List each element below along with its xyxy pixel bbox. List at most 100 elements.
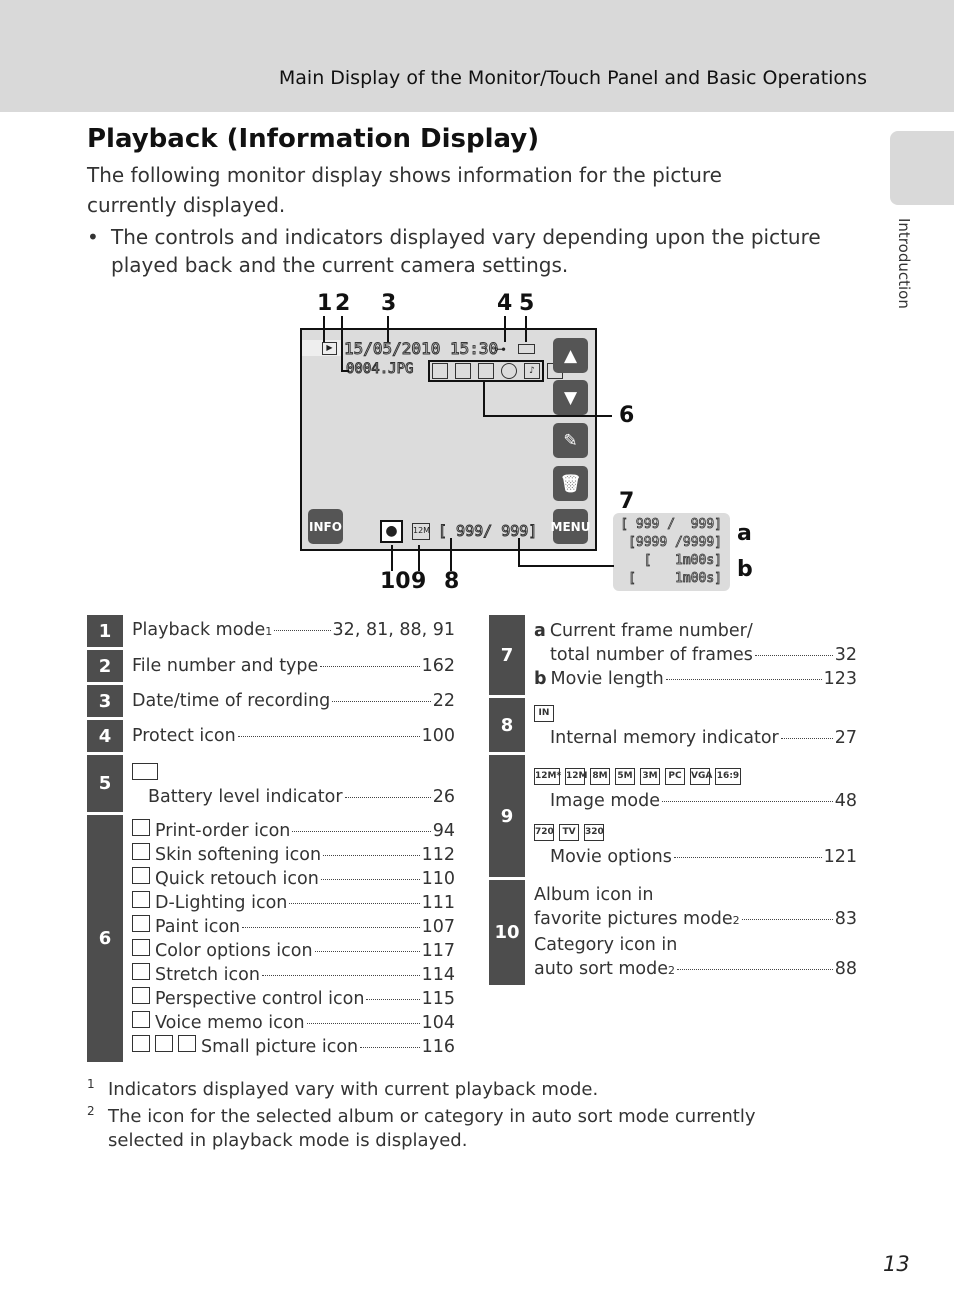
- dot-leader: [665, 679, 822, 680]
- page-ref: 117: [421, 940, 455, 961]
- callout-a: a: [737, 521, 752, 546]
- page-ref: 32, 81, 88, 91: [332, 620, 455, 640]
- legend-item: File number and type 162: [132, 654, 455, 678]
- callout-1: 1: [317, 291, 333, 316]
- table-row: 1 Playback mode 1 32, 81, 88, 91: [87, 615, 455, 650]
- item-label: auto sort mode: [534, 958, 669, 979]
- item-label: Movie length: [550, 669, 664, 689]
- page-ref: 32: [834, 645, 857, 665]
- page-ref: 110: [421, 868, 455, 889]
- callout-6: 6: [619, 403, 635, 428]
- protect-icon: ⊶: [494, 342, 506, 356]
- callout-5: 5: [519, 291, 535, 316]
- edit-button[interactable]: ✎: [553, 423, 588, 458]
- legend-item: Paint icon 107: [132, 914, 455, 939]
- voice-memo-icon: [132, 1010, 150, 1028]
- dot-leader: [323, 854, 420, 856]
- frame-counter: [ 999/ 999]: [437, 522, 538, 541]
- row-content: Print-order icon 94 Skin softening icon 112…: [123, 815, 455, 1062]
- page-header: Main Display of the Monitor/Touch Panel …: [0, 0, 954, 112]
- legend-item: Skin softening icon 112: [132, 842, 455, 867]
- page-ref: 104: [421, 1012, 455, 1033]
- table-row: 9 12M* 12M 8M 5M 3M PC VGA 16:9 Image mode 48 720 TV…: [489, 755, 857, 880]
- page-ref: 112: [421, 844, 455, 865]
- panel-line: [ 1m00s]: [643, 553, 722, 569]
- legend-table-right: 7 a Current frame number/total number of f…: [489, 615, 857, 988]
- legend-item: Playback mode 1 32, 81, 88, 91: [132, 618, 455, 644]
- page-ref: 115: [421, 988, 455, 1009]
- album-icon: ●: [380, 520, 403, 543]
- callout-10: 10: [380, 569, 411, 594]
- page-ref: 107: [421, 916, 455, 937]
- legend-item: Stretch icon 114: [132, 962, 455, 987]
- print-order-icon: [132, 818, 150, 836]
- row-number: 1: [87, 615, 123, 647]
- legend-item: total number of frames 32: [534, 643, 857, 667]
- section-tab-label: Introduction: [895, 218, 913, 309]
- 12m--icon: 12M*: [534, 767, 561, 785]
- color-options-icon: [501, 363, 517, 379]
- legend-item: Color options icon 117: [132, 938, 455, 963]
- legend-item: Internal memory indicator 27: [534, 726, 857, 750]
- scroll-down-button[interactable]: ▼: [553, 380, 588, 415]
- dot-leader: [754, 655, 833, 656]
- item-label: Battery level indicator: [148, 786, 343, 807]
- legend-item: Battery level indicator 26: [132, 785, 455, 809]
- dot-leader: [242, 926, 420, 928]
- scroll-up-button[interactable]: ▲: [553, 338, 588, 373]
- item-label: Protect icon: [132, 726, 236, 746]
- 16-9-icon: 16:9: [715, 767, 741, 785]
- menu-button[interactable]: MENU: [551, 509, 590, 544]
- pc-icon: PC: [665, 767, 685, 785]
- dot-leader: [237, 736, 420, 737]
- callout-7: 7: [619, 489, 635, 514]
- image-mode-icon: 12M: [412, 523, 430, 540]
- legend-item: b Movie length 123: [534, 667, 857, 691]
- quick-retouch-icon: [132, 866, 150, 884]
- dot-leader: [306, 1022, 420, 1024]
- row-content: Date/time of recording 22: [123, 685, 455, 717]
- table-row: 5 Battery level indicator 26: [87, 755, 455, 815]
- delete-button[interactable]: 🗑: [553, 466, 588, 501]
- legend-item: Date/time of recording 22: [132, 689, 455, 713]
- intro-text: The following monitor display shows info…: [87, 163, 722, 217]
- panel-line: [9999 /9999]: [628, 535, 723, 551]
- dot-leader: [366, 998, 420, 1000]
- row-number: 9: [489, 755, 525, 877]
- page-title: Playback (Information Display): [87, 124, 540, 154]
- table-row: 10 Album icon in favorite pictures mode 2 83…: [489, 880, 857, 988]
- paint-icon: [132, 914, 150, 932]
- legend-item: Small picture icon 116: [132, 1034, 455, 1059]
- row-content: Protect icon 100: [123, 720, 455, 752]
- legend-item: Voice memo icon 104: [132, 1010, 455, 1035]
- in-icon: IN: [534, 704, 554, 722]
- page-ref: 111: [421, 892, 455, 913]
- callout-8: 8: [444, 569, 460, 594]
- table-row: 6 Print-order icon 94 Skin softening icon 11…: [87, 815, 455, 1065]
- dot-leader: [261, 974, 420, 976]
- legend-item: Protect icon 100: [132, 724, 455, 748]
- item-letter: b: [534, 669, 547, 689]
- delete-icon: 🗑: [559, 473, 582, 494]
- page-ref: 83: [834, 908, 857, 929]
- icon-row: IN: [534, 700, 857, 726]
- dot-leader: [780, 738, 833, 739]
- page-ref: 123: [823, 669, 857, 689]
- info-button[interactable]: INFO: [308, 509, 343, 544]
- edit-icon: ✎: [563, 430, 578, 451]
- header-title: Main Display of the Monitor/Touch Panel …: [278, 67, 867, 89]
- date-time: 15/05/2010 15:30: [343, 339, 499, 359]
- item-label: D-Lighting icon: [155, 892, 288, 913]
- callout-4: 4: [497, 291, 513, 316]
- d-lighting-icon: [478, 363, 494, 379]
- 12m-icon: 12M: [565, 767, 587, 785]
- item-label: Print-order icon: [155, 820, 291, 841]
- item-label: Date/time of recording: [132, 691, 331, 711]
- icon-row: [132, 759, 455, 785]
- footnote-ref: 1: [265, 625, 273, 638]
- item-label: Album icon in: [534, 884, 654, 905]
- item-label: Movie options: [550, 847, 672, 867]
- item-label: Quick retouch icon: [155, 868, 319, 889]
- legend-table-left: 1 Playback mode 1 32, 81, 88, 91 2 File numbe…: [87, 615, 455, 1065]
- footnote-text: Indicators displayed vary with current p…: [108, 1079, 599, 1100]
